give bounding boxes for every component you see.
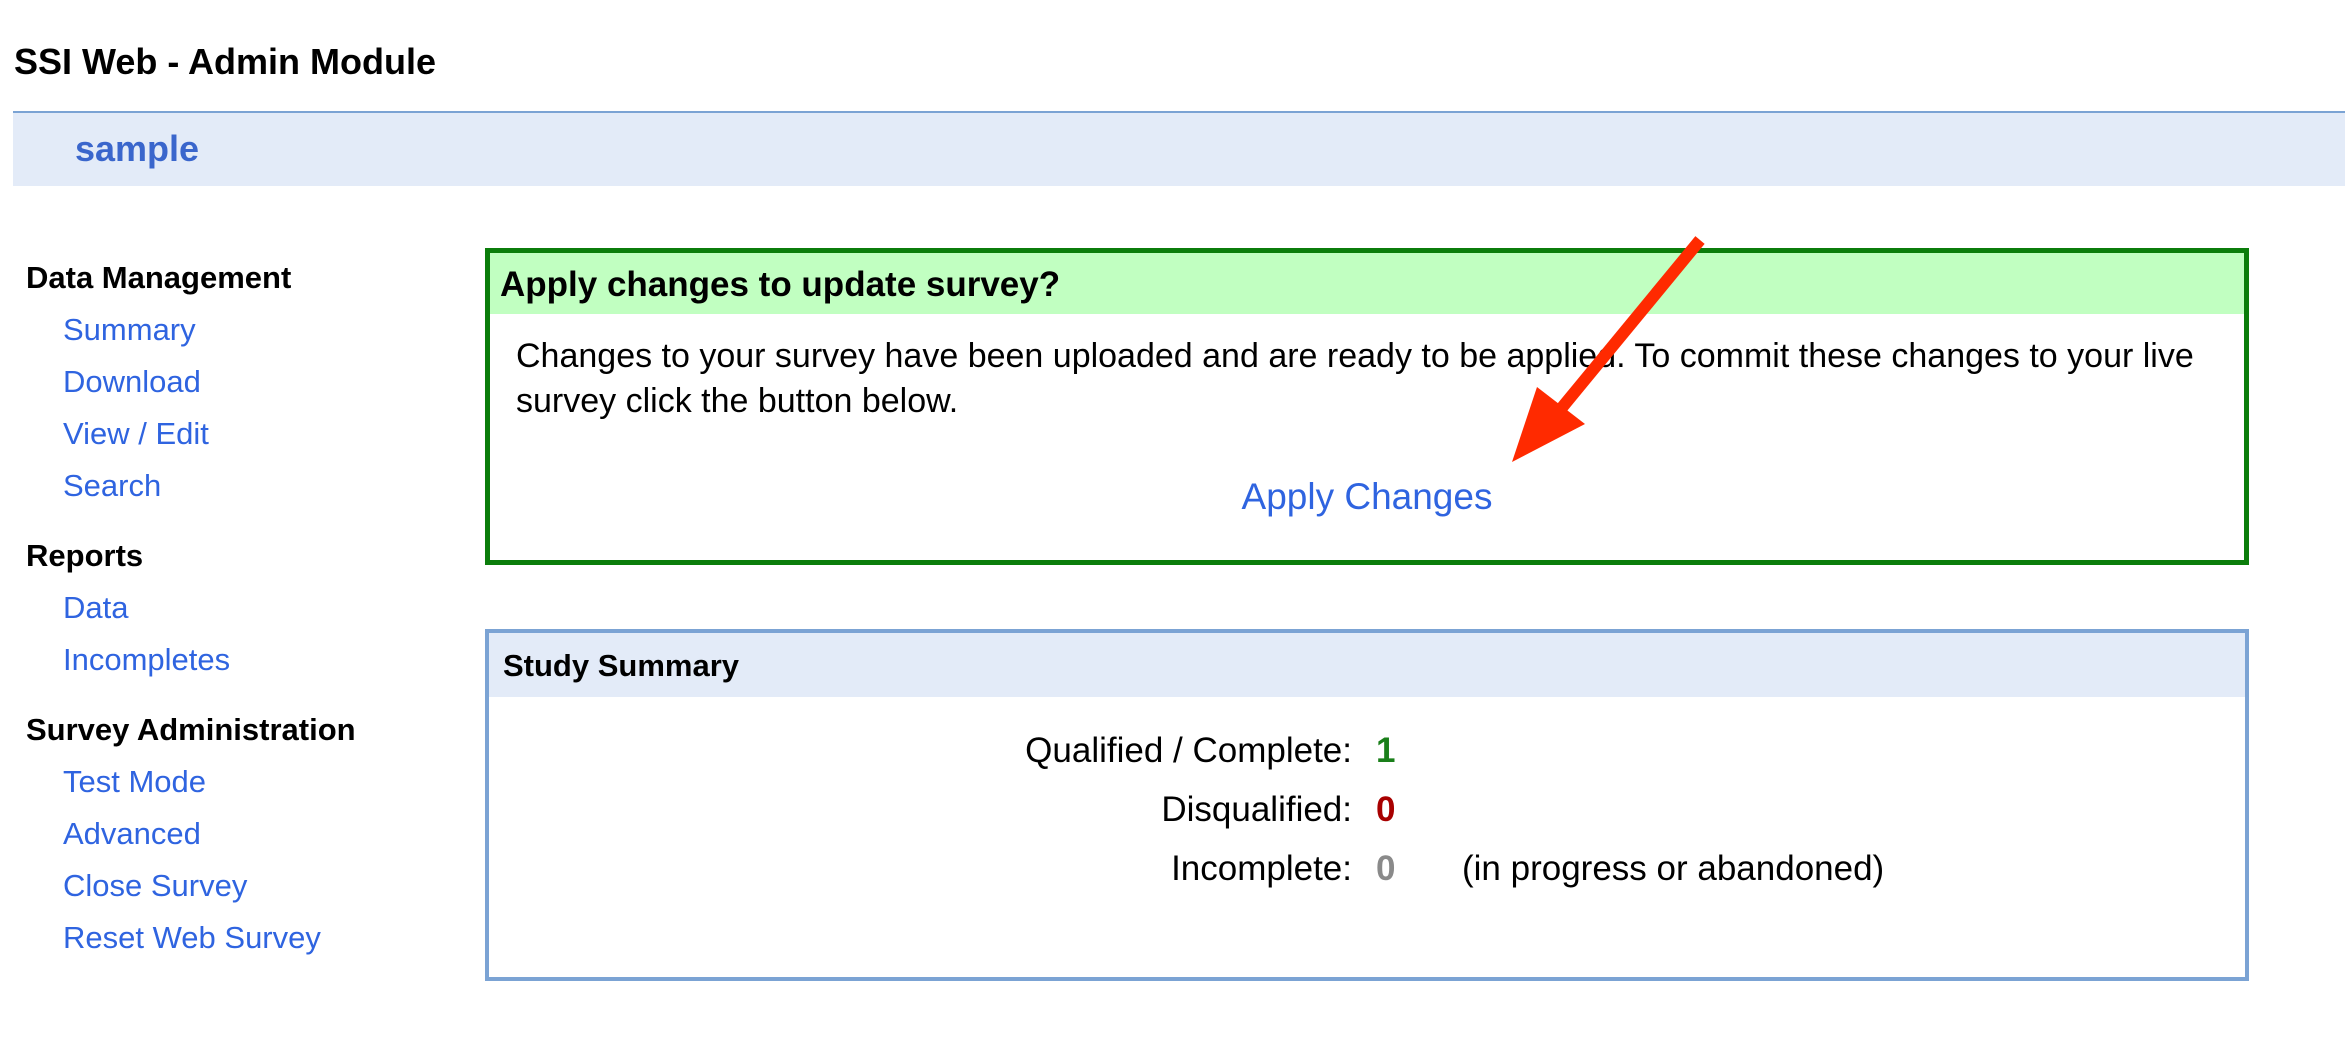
- summary-row-qualified: Qualified / Complete: 1: [489, 721, 2245, 780]
- nav-section-data-management: Data Management Summary Download View / …: [26, 258, 446, 506]
- sidebar-nav: Data Management Summary Download View / …: [26, 258, 446, 988]
- summary-label: Qualified / Complete:: [1025, 731, 1352, 770]
- qualified-count: 1: [1376, 731, 1396, 770]
- summary-row-disqualified: Disqualified: 0: [489, 780, 2245, 839]
- apply-panel-title: Apply changes to update survey?: [490, 253, 2244, 314]
- apply-panel-message: Changes to your survey have been uploade…: [516, 337, 2194, 420]
- nav-section-reports: Reports Data Incompletes: [26, 536, 446, 680]
- nav-heading: Data Management: [26, 260, 292, 295]
- apply-changes-button[interactable]: Apply Changes: [1242, 476, 1493, 517]
- study-header-band: sample: [13, 111, 2345, 186]
- incomplete-note: (in progress or abandoned): [1462, 849, 1885, 888]
- nav-link-reset-web-survey[interactable]: Reset Web Survey: [63, 918, 446, 958]
- nav-heading: Reports: [26, 538, 144, 573]
- summary-row-incomplete: Incomplete: 0 (in progress or abandoned): [489, 839, 2245, 898]
- app-title: SSI Web - Admin Module: [14, 41, 436, 82]
- nav-link-search[interactable]: Search: [63, 466, 446, 506]
- summary-label: Incomplete:: [1171, 849, 1352, 888]
- summary-label: Disqualified:: [1161, 790, 1352, 829]
- nav-link-summary[interactable]: Summary: [63, 310, 446, 350]
- nav-link-data[interactable]: Data: [63, 588, 446, 628]
- nav-section-survey-administration: Survey Administration Test Mode Advanced…: [26, 710, 446, 958]
- study-summary-panel: Study Summary Qualified / Complete: 1 Di…: [485, 629, 2249, 981]
- nav-link-advanced[interactable]: Advanced: [63, 814, 446, 854]
- nav-link-download[interactable]: Download: [63, 362, 446, 402]
- nav-link-view-edit[interactable]: View / Edit: [63, 414, 446, 454]
- incomplete-count: 0: [1376, 849, 1396, 888]
- nav-link-incompletes[interactable]: Incompletes: [63, 640, 446, 680]
- nav-link-test-mode[interactable]: Test Mode: [63, 762, 446, 802]
- apply-button-row: Apply Changes: [490, 474, 2244, 520]
- disqualified-count: 0: [1376, 790, 1396, 829]
- study-name: sample: [75, 128, 200, 169]
- nav-heading: Survey Administration: [26, 712, 356, 747]
- apply-changes-panel: Apply changes to update survey? Changes …: [485, 248, 2249, 565]
- nav-link-close-survey[interactable]: Close Survey: [63, 866, 446, 906]
- summary-panel-title: Study Summary: [489, 633, 2245, 697]
- summary-stats: Qualified / Complete: 1 Disqualified: 0 …: [489, 721, 2245, 898]
